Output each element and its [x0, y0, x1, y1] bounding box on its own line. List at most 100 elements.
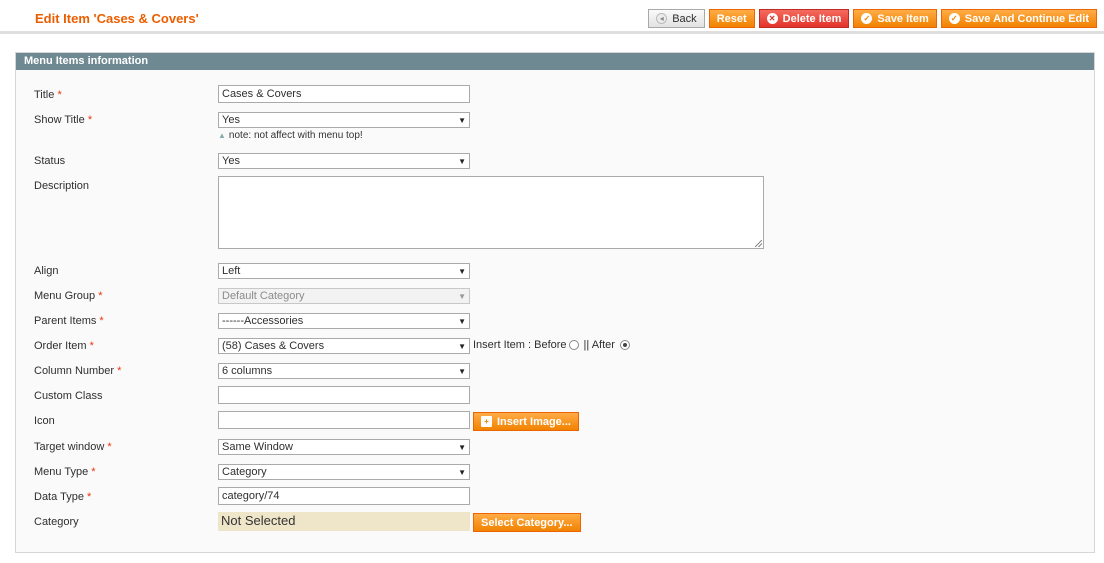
column-number-label: Column Number * — [34, 365, 121, 377]
status-select[interactable]: Yes ▼ — [218, 153, 470, 169]
target-window-select[interactable]: Same Window ▼ — [218, 439, 470, 455]
required-mark: * — [57, 89, 62, 101]
align-select[interactable]: Left ▼ — [218, 263, 470, 279]
required-mark: * — [87, 114, 93, 126]
required-mark: * — [87, 491, 92, 503]
save-item-button-label: Save Item — [877, 12, 929, 25]
custom-class-input[interactable] — [218, 386, 470, 404]
select-category-button[interactable]: Select Category... — [473, 513, 581, 532]
column-number-label-text: Column Number — [34, 365, 115, 377]
required-mark: * — [117, 365, 122, 377]
chevron-down-icon: ▼ — [458, 156, 466, 166]
chevron-down-icon: ▼ — [458, 291, 466, 301]
parent-items-label: Parent Items * — [34, 315, 104, 327]
required-mark: * — [98, 290, 103, 302]
save-continue-button-label: Save And Continue Edit — [964, 12, 1089, 25]
chevron-down-icon: ▼ — [458, 115, 466, 125]
image-icon: + — [481, 416, 492, 427]
order-item-label-text: Order Item — [34, 340, 87, 352]
icon-label: Icon — [34, 415, 55, 427]
chevron-down-icon: ▼ — [458, 316, 466, 326]
close-icon: ✕ — [766, 13, 778, 24]
show-title-select[interactable]: Yes ▼ — [218, 112, 470, 128]
chevron-down-icon: ▼ — [458, 266, 466, 276]
insert-after-radio[interactable] — [619, 340, 630, 350]
status-label-text: Status — [34, 155, 66, 167]
target-window-label-text: Target window — [34, 441, 105, 453]
category-selected-value: Not Selected — [218, 512, 470, 531]
column-number-value: 6 columns — [222, 365, 273, 377]
arrow-left-icon: ◂ — [656, 13, 668, 24]
reset-button[interactable]: Reset — [708, 9, 755, 28]
align-label-text: Align — [34, 265, 59, 277]
parent-items-value: ------Accessories — [222, 315, 304, 327]
description-label: Description — [34, 180, 89, 192]
save-item-button[interactable]: ✓ Save Item — [853, 9, 937, 28]
resize-grip-icon[interactable] — [755, 240, 762, 247]
align-value: Left — [222, 265, 241, 277]
reset-button-label: Reset — [716, 12, 747, 25]
insert-position-label: Insert Item : Before — [473, 339, 567, 351]
show-title-value: Yes — [222, 114, 240, 126]
menu-type-value: Category — [222, 466, 267, 478]
back-button[interactable]: ◂ Back — [648, 9, 705, 28]
data-type-label: Data Type * — [34, 491, 91, 503]
chevron-down-icon: ▼ — [458, 341, 466, 351]
menu-group-select: Default Category ▼ — [218, 288, 470, 304]
align-label: Align — [34, 265, 58, 277]
description-textarea[interactable] — [218, 176, 764, 249]
parent-items-select[interactable]: ------Accessories ▼ — [218, 313, 470, 329]
check-icon: ✓ — [948, 13, 960, 24]
target-window-label: Target window * — [34, 441, 112, 453]
data-type-label-text: Data Type — [34, 491, 84, 503]
parent-items-label-text: Parent Items — [34, 315, 97, 327]
delete-item-button[interactable]: ✕ Delete Item — [758, 9, 850, 28]
column-number-select[interactable]: 6 columns ▼ — [218, 363, 470, 379]
category-label: Category — [34, 516, 79, 528]
order-item-value: (58) Cases & Covers — [222, 340, 325, 352]
menu-items-panel: Menu Items information Title * Cases & C… — [15, 52, 1095, 553]
custom-class-label-text: Custom Class — [34, 390, 103, 402]
triangle-up-icon: ▲ — [218, 131, 226, 140]
chevron-down-icon: ▼ — [458, 442, 466, 452]
description-label-text: Description — [34, 180, 90, 192]
status-value: Yes — [222, 155, 240, 167]
page-title: Edit Item 'Cases & Covers' — [35, 11, 199, 26]
menu-group-label-text: Menu Group — [34, 290, 96, 302]
chevron-down-icon: ▼ — [458, 366, 466, 376]
icon-input[interactable] — [218, 411, 470, 429]
header-actions: ◂ Back Reset ✕ Delete Item ✓ Save Item ✓… — [648, 9, 1097, 28]
status-label: Status — [34, 155, 65, 167]
save-continue-button[interactable]: ✓ Save And Continue Edit — [940, 9, 1097, 28]
required-mark: * — [107, 441, 112, 453]
required-mark: * — [89, 340, 94, 352]
check-icon: ✓ — [861, 13, 873, 24]
back-button-label: Back — [672, 12, 697, 25]
show-title-label: Show Title * — [34, 114, 92, 126]
icon-label-text: Icon — [34, 415, 55, 427]
menu-group-label: Menu Group * — [34, 290, 103, 302]
chevron-down-icon: ▼ — [458, 467, 466, 477]
delete-item-button-label: Delete Item — [782, 12, 842, 25]
insert-after-label: || After — [583, 339, 615, 351]
custom-class-label: Custom Class — [34, 390, 102, 402]
menu-type-select[interactable]: Category ▼ — [218, 464, 470, 480]
show-title-label-text: Show Title — [34, 114, 85, 126]
insert-before-radio[interactable] — [568, 340, 579, 350]
data-type-input[interactable]: category/74 — [218, 487, 470, 505]
order-item-select[interactable]: (58) Cases & Covers ▼ — [218, 338, 470, 354]
required-mark: * — [91, 466, 96, 478]
insert-position: Insert Item : Before || After — [473, 339, 630, 351]
title-label-text: Title — [34, 89, 55, 101]
title-label: Title * — [34, 89, 62, 101]
show-title-note: ▲ note: not affect with menu top! — [218, 130, 363, 141]
insert-image-button[interactable]: + Insert Image... — [473, 412, 579, 431]
insert-image-button-label: Insert Image... — [497, 415, 571, 428]
page-header: Edit Item 'Cases & Covers' ◂ Back Reset … — [0, 0, 1104, 34]
menu-type-label: Menu Type * — [34, 466, 96, 478]
title-input[interactable]: Cases & Covers — [218, 85, 470, 103]
menu-type-label-text: Menu Type — [34, 466, 89, 478]
target-window-value: Same Window — [222, 441, 293, 453]
show-title-note-text: note: not affect with menu top! — [228, 130, 363, 141]
category-label-text: Category — [34, 516, 79, 528]
